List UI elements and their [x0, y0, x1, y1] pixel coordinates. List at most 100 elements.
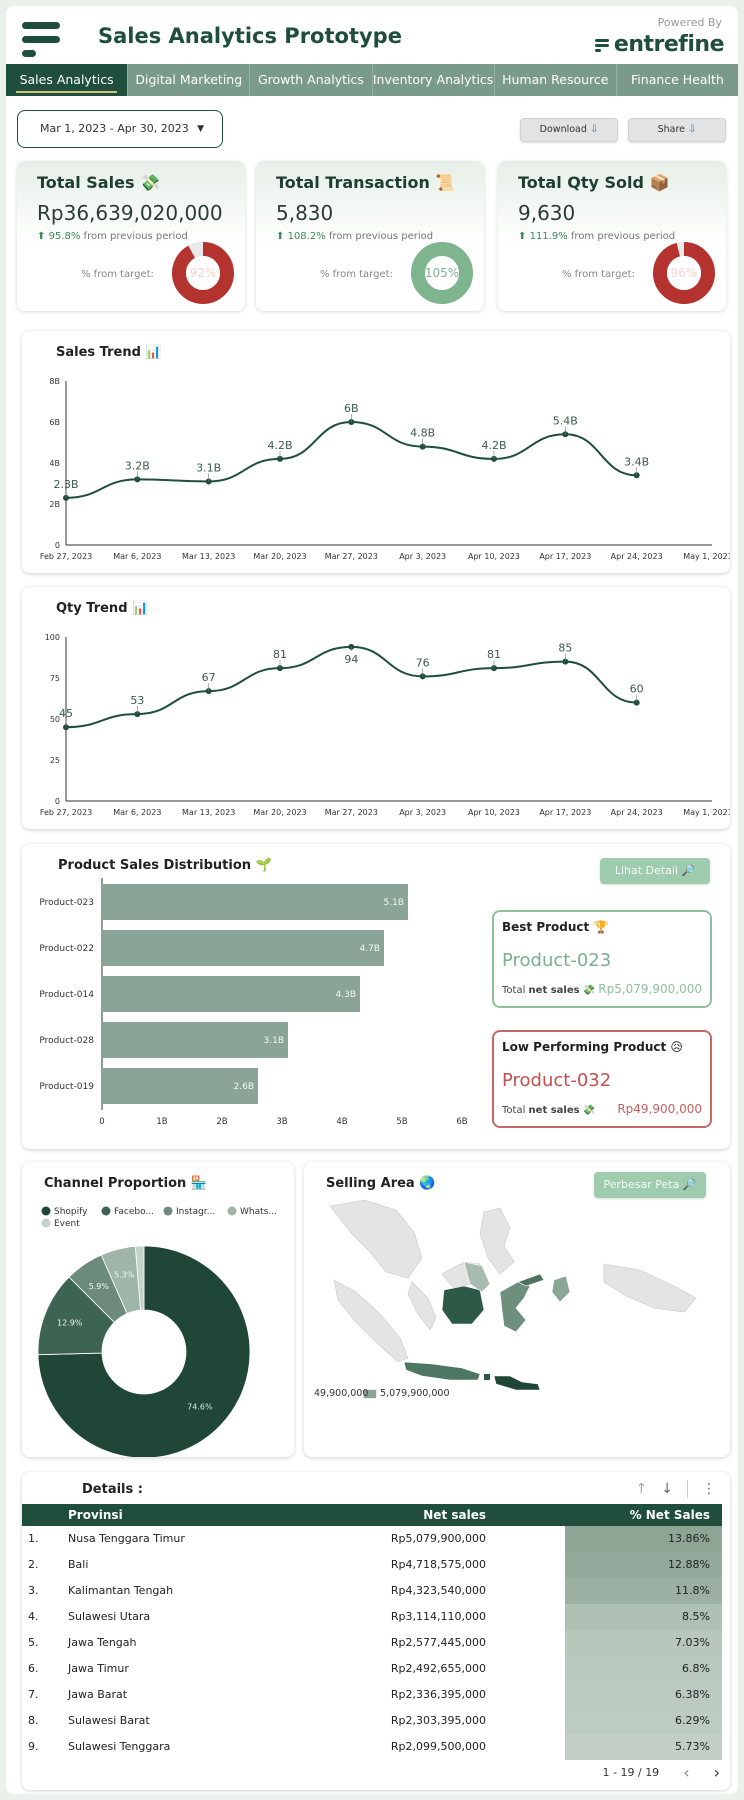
- qty-trend-chart: 0255075100Feb 27, 2023 Mar 6, 2023 Mar 13,…: [40, 633, 730, 817]
- row-number: 4.: [28, 1610, 39, 1623]
- pct-net-sales-cell: 8.5%: [565, 1604, 722, 1630]
- x-tick-label: Mar 20, 2023: [253, 808, 306, 817]
- footer-prefix: Total: [502, 985, 526, 996]
- table-row[interactable]: 3. Kalimantan Tengah Rp4,323,540,000 11.8%: [22, 1578, 722, 1604]
- share-button[interactable]: Share ⇩: [628, 118, 726, 142]
- arrow-up-icon: ⬆: [518, 231, 527, 242]
- kpi-value: 9,630: [518, 201, 576, 225]
- download-button[interactable]: Download ⇩: [520, 118, 618, 142]
- pct-net-sales-cell: 7.03%: [565, 1630, 722, 1656]
- table-row[interactable]: 6. Jawa Timur Rp2,492,655,000 6.8%: [22, 1656, 722, 1682]
- more-options-icon[interactable]: ⋮: [702, 1481, 716, 1497]
- table-row[interactable]: 8. Sulawesi Barat Rp2,303,395,000 6.29%: [22, 1708, 722, 1734]
- bar-value-label: 4.3B: [336, 990, 357, 1000]
- target-percent: 92%: [189, 266, 217, 280]
- table-row[interactable]: 1. Nusa Tenggara Timur Rp5,079,900,000 13.8…: [22, 1526, 722, 1552]
- best-product-name: Product-023: [502, 950, 612, 971]
- slice-label: 12.9%: [57, 1318, 83, 1327]
- net-sales-cell: Rp2,099,500,000: [390, 1740, 486, 1753]
- table-row[interactable]: 9. Sulawesi Tenggara Rp2,099,500,000 5.73%: [22, 1734, 722, 1760]
- net-sales-cell: Rp2,303,395,000: [390, 1714, 486, 1727]
- tab-digital-marketing[interactable]: Digital Marketing: [128, 64, 251, 96]
- category-label: Product-014: [39, 990, 94, 1000]
- pct-net-sales-cell: 12.88%: [565, 1552, 722, 1578]
- province-cell: Jawa Timur: [68, 1662, 129, 1675]
- table-pagination: 1 - 19 / 19 ‹ ›: [603, 1763, 720, 1782]
- pct-net-sales-cell: 6.38%: [565, 1682, 722, 1708]
- map-region-java: [403, 1361, 481, 1381]
- channel-proportion-card: Channel Proportion 🏪 Shopify Facebo... Ins…: [22, 1162, 294, 1457]
- table-row[interactable]: 5. Jawa Tengah Rp2,577,445,000 7.03%: [22, 1630, 722, 1656]
- pct-net-sales-cell: 6.8%: [565, 1656, 722, 1682]
- series-line: [65, 420, 637, 499]
- x-tick-label: 2B: [216, 1117, 227, 1127]
- target-percent: 96%: [670, 266, 698, 280]
- net-sales-cell: Rp4,718,575,000: [390, 1558, 486, 1571]
- kpi-target-label: % from target:: [81, 269, 154, 280]
- x-tick-label: Mar 27, 2023: [325, 808, 378, 817]
- row-number: 3.: [28, 1584, 39, 1597]
- legend-swatch: [101, 1206, 111, 1216]
- x-tick-label: Apr 17, 2023: [539, 808, 591, 817]
- footer-bold: net sales: [528, 985, 580, 996]
- tab-sales-analytics[interactable]: Sales Analytics: [6, 64, 129, 96]
- bar: [102, 1022, 288, 1058]
- arrow-up-icon: ⬆: [37, 231, 46, 242]
- powered-by-label: Powered By: [657, 16, 722, 29]
- main-nav: Sales Analytics Digital Marketing Growth…: [6, 64, 738, 96]
- qty-trend-card: Qty Trend 📊 0 25 50 75 100 Feb 27, 2023 Mar 6,…: [22, 587, 730, 829]
- product-bar-chart: Product-023 5.1B Product-022 4.7B Product-01…: [39, 878, 468, 1127]
- map-region-sulawesi: [499, 1281, 531, 1333]
- legend-swatch: [163, 1206, 173, 1216]
- legend-label: Whats...: [240, 1207, 277, 1217]
- date-range-picker[interactable]: Mar 1, 2023 - Apr 30, 2023 ▼: [17, 110, 223, 148]
- tab-growth-analytics[interactable]: Growth Analytics: [250, 64, 373, 96]
- net-sales-cell: Rp5,079,900,000: [390, 1532, 486, 1545]
- column-province[interactable]: Provinsi: [68, 1504, 123, 1526]
- row-number: 7.: [28, 1688, 39, 1701]
- data-label: 3.1B: [196, 461, 221, 474]
- slice-label: 74.6%: [187, 1402, 213, 1411]
- net-sales-cell: Rp2,492,655,000: [390, 1662, 486, 1675]
- brand-icon: [594, 38, 611, 52]
- column-pct-net-sales[interactable]: % Net Sales: [630, 1504, 710, 1526]
- tab-inventory-analytics[interactable]: Inventory Analytics: [373, 64, 495, 96]
- x-tick-label: Mar 13, 2023: [182, 808, 235, 817]
- table-row[interactable]: 4. Sulawesi Utara Rp3,114,110,000 8.5%: [22, 1604, 722, 1630]
- indonesia-map[interactable]: [304, 1162, 730, 1457]
- y-tick-label: 4B: [49, 459, 60, 468]
- x-tick-label: Feb 27, 2023: [40, 808, 92, 817]
- best-product-card: Best Product 🏆 Product-023 Total net sal…: [492, 910, 712, 1008]
- table-row[interactable]: 2. Bali Rp4,718,575,000 12.88%: [22, 1552, 722, 1578]
- pct-net-sales-cell: 13.86%: [565, 1526, 722, 1552]
- download-icon: ⇩: [589, 124, 599, 135]
- x-tick-label: Mar 13, 2023: [182, 552, 235, 561]
- kpi-card-total-transaction: Total Transaction 📜 5,830 ⬆ 108.2% from …: [256, 161, 484, 311]
- province-cell: Jawa Tengah: [68, 1636, 137, 1649]
- data-label: 5.4B: [553, 414, 578, 427]
- bar-value-label: 3.1B: [264, 1036, 285, 1046]
- sort-descending-icon[interactable]: ↓: [661, 1481, 673, 1497]
- kpi-change-value: 111.9%: [529, 231, 568, 242]
- table-row[interactable]: 7. Jawa Barat Rp2,336,395,000 6.38%: [22, 1682, 722, 1708]
- app-logo-icon: [22, 20, 66, 60]
- arrow-up-icon: ⬆: [276, 231, 285, 242]
- province-cell: Sulawesi Tenggara: [68, 1740, 171, 1753]
- tab-human-resource[interactable]: Human Resource: [495, 64, 617, 96]
- x-tick-label: Mar 20, 2023: [253, 552, 306, 561]
- next-page-icon[interactable]: ›: [714, 1763, 720, 1782]
- x-tick-label: Mar 6, 2023: [113, 552, 161, 561]
- view-detail-button[interactable]: Lihat Detail 🔎: [600, 858, 710, 884]
- bar-value-label: 5.1B: [384, 898, 405, 908]
- row-number: 1.: [28, 1532, 39, 1545]
- table-toolbar: ↑ ↓ ⋮: [636, 1480, 716, 1498]
- map-region-sumatra: [333, 1279, 409, 1363]
- prev-page-icon[interactable]: ‹: [683, 1763, 689, 1782]
- sort-ascending-icon[interactable]: ↑: [636, 1481, 648, 1497]
- bar-value-label: 4.7B: [360, 944, 381, 954]
- x-tick-label: 6B: [456, 1117, 467, 1127]
- page-title: Sales Analytics Prototype: [98, 24, 402, 48]
- table-header: Provinsi Net sales ▾ % Net Sales: [22, 1504, 722, 1544]
- tab-finance-health[interactable]: Finance Health: [617, 64, 738, 96]
- date-range-value: Mar 1, 2023 - Apr 30, 2023: [40, 122, 189, 135]
